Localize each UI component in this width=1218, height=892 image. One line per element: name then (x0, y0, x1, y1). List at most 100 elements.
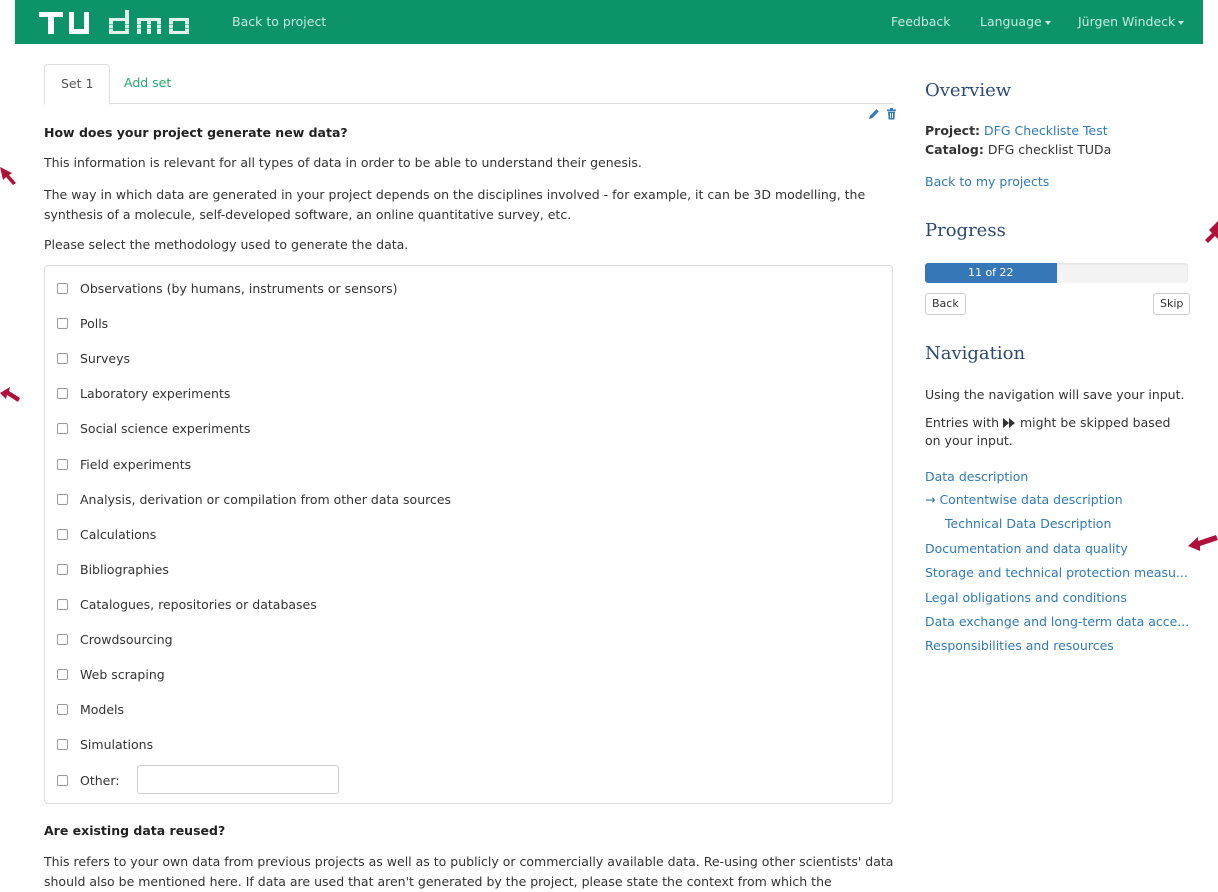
caret-down-icon (1178, 20, 1185, 25)
catalog-label: Catalog: (925, 142, 984, 157)
checkbox[interactable] (57, 494, 68, 505)
nav-responsibilities-resources[interactable]: Responsibilities and resources (925, 637, 1114, 655)
feedback-link[interactable]: Feedback (891, 0, 951, 44)
checkbox[interactable] (57, 423, 68, 434)
option-label: Models (80, 702, 125, 717)
navigation-note-skip: Entries with might be skipped based (925, 414, 1170, 432)
option-catalogues[interactable]: Catalogues, repositories or databases (57, 595, 317, 615)
navigation-note-skip-2: on your input. (925, 433, 1013, 448)
option-field-experiments[interactable]: Field experiments (57, 455, 191, 475)
back-button[interactable]: Back (925, 293, 966, 315)
logo-icon (39, 10, 189, 34)
option-other[interactable]: Other: (57, 765, 339, 794)
question-help-3: Please select the methodology used to ge… (44, 237, 409, 252)
trash-icon[interactable] (886, 108, 897, 124)
project-link[interactable]: DFG Checkliste Test (984, 123, 1108, 138)
user-menu[interactable]: Jürgen Windeck (1078, 0, 1185, 44)
progress-bar-fill: 11 of 22 (925, 263, 1057, 283)
nav-data-description[interactable]: Data description (925, 468, 1028, 486)
option-calculations[interactable]: Calculations (57, 525, 156, 545)
tudmo-logo[interactable] (39, 10, 239, 36)
checkbox[interactable] (57, 318, 68, 329)
nav-contentwise-data-description[interactable]: → Contentwise data description (925, 491, 1123, 509)
option-label: Surveys (80, 351, 130, 366)
note-text: might be skipped based (1020, 415, 1171, 430)
checkbox[interactable] (57, 704, 68, 715)
option-bibliographies[interactable]: Bibliographies (57, 560, 169, 580)
other-text-input[interactable] (137, 765, 339, 794)
caret-down-icon (1044, 20, 1051, 25)
annotation-arrow-icon (1204, 221, 1218, 247)
option-label: Polls (80, 316, 109, 331)
fast-forward-icon (1003, 415, 1016, 430)
checkbox[interactable] (57, 775, 68, 786)
option-simulations[interactable]: Simulations (57, 735, 153, 755)
option-observations[interactable]: Observations (by humans, instruments or … (57, 279, 397, 299)
annotation-arrow-icon (0, 387, 20, 413)
tab-add-set[interactable]: Add set (108, 64, 187, 104)
option-label: Calculations (80, 527, 157, 542)
question-help-1: This information is relevant for all typ… (44, 155, 642, 170)
option-label: Web scraping (80, 667, 165, 682)
progress-bar: 11 of 22 (925, 263, 1188, 283)
option-models[interactable]: Models (57, 700, 124, 720)
nav-legal-obligations[interactable]: Legal obligations and conditions (925, 589, 1127, 607)
option-laboratory-experiments[interactable]: Laboratory experiments (57, 384, 230, 404)
checkbox[interactable] (57, 669, 68, 680)
question-title-reuse-data: Are existing data reused? (44, 823, 226, 838)
catalog-name: DFG checklist TUDa (987, 142, 1112, 157)
navigation-heading: Navigation (925, 343, 1026, 364)
language-dropdown[interactable]: Language (980, 0, 1051, 44)
note-text: Entries with (925, 415, 1000, 430)
annotation-arrow-icon (1188, 531, 1218, 557)
option-web-scraping[interactable]: Web scraping (57, 665, 165, 685)
methodology-checkbox-panel: Observations (by humans, instruments or … (44, 265, 893, 804)
checkbox[interactable] (57, 529, 68, 540)
checkbox[interactable] (57, 353, 68, 364)
navigation-note-save: Using the navigation will save your inpu… (925, 387, 1185, 402)
nav-storage-protection[interactable]: Storage and technical protection measu..… (925, 564, 1188, 582)
option-label: Field experiments (80, 457, 192, 472)
option-label: Laboratory experiments (80, 386, 231, 401)
option-social-science-experiments[interactable]: Social science experiments (57, 419, 250, 439)
pencil-icon[interactable] (868, 108, 880, 124)
overview-heading: Overview (925, 80, 1012, 101)
project-line: Project: DFG Checkliste Test (925, 122, 1108, 140)
language-label: Language (980, 14, 1042, 29)
catalog-line: Catalog: DFG checklist TUDa (925, 141, 1111, 159)
option-label: Crowdsourcing (80, 632, 173, 647)
checkbox[interactable] (57, 599, 68, 610)
nav-documentation-data-quality[interactable]: Documentation and data quality (925, 540, 1128, 558)
question-help-reuse: This refers to your own data from previo… (44, 854, 894, 889)
option-polls[interactable]: Polls (57, 314, 108, 334)
checkbox[interactable] (57, 459, 68, 470)
question-title-generate-data: How does your project generate new data? (44, 125, 348, 140)
option-label: Catalogues, repositories or databases (80, 597, 317, 612)
option-crowdsourcing[interactable]: Crowdsourcing (57, 630, 173, 650)
project-label: Project: (925, 123, 981, 138)
annotation-arrow-icon (0, 163, 18, 189)
option-label: Bibliographies (80, 562, 169, 577)
checkbox[interactable] (57, 564, 68, 575)
back-to-my-projects-link[interactable]: Back to my projects (925, 173, 1049, 191)
tab-set-1[interactable]: Set 1 (44, 64, 111, 105)
question-help-2: The way in which data are generated in y… (44, 187, 866, 222)
nav-data-exchange[interactable]: Data exchange and long-term data acce... (925, 613, 1189, 631)
checkbox[interactable] (57, 634, 68, 645)
set-actions (868, 108, 897, 124)
option-label: Social science experiments (80, 421, 251, 436)
skip-button[interactable]: Skip (1153, 293, 1191, 315)
option-label: Observations (by humans, instruments or … (80, 281, 398, 296)
progress-heading: Progress (925, 220, 1006, 241)
option-analysis-derivation[interactable]: Analysis, derivation or compilation from… (57, 490, 451, 510)
checkbox[interactable] (57, 283, 68, 294)
option-label: Simulations (80, 737, 154, 752)
nav-technical-data-description[interactable]: Technical Data Description (945, 515, 1111, 533)
option-surveys[interactable]: Surveys (57, 349, 130, 369)
set-tabs: Set 1 Add set (44, 64, 893, 105)
checkbox[interactable] (57, 388, 68, 399)
option-label: Other: (80, 773, 120, 788)
checkbox[interactable] (57, 739, 68, 750)
option-label: Analysis, derivation or compilation from… (80, 492, 452, 507)
back-to-project-link[interactable]: Back to project (232, 0, 326, 44)
